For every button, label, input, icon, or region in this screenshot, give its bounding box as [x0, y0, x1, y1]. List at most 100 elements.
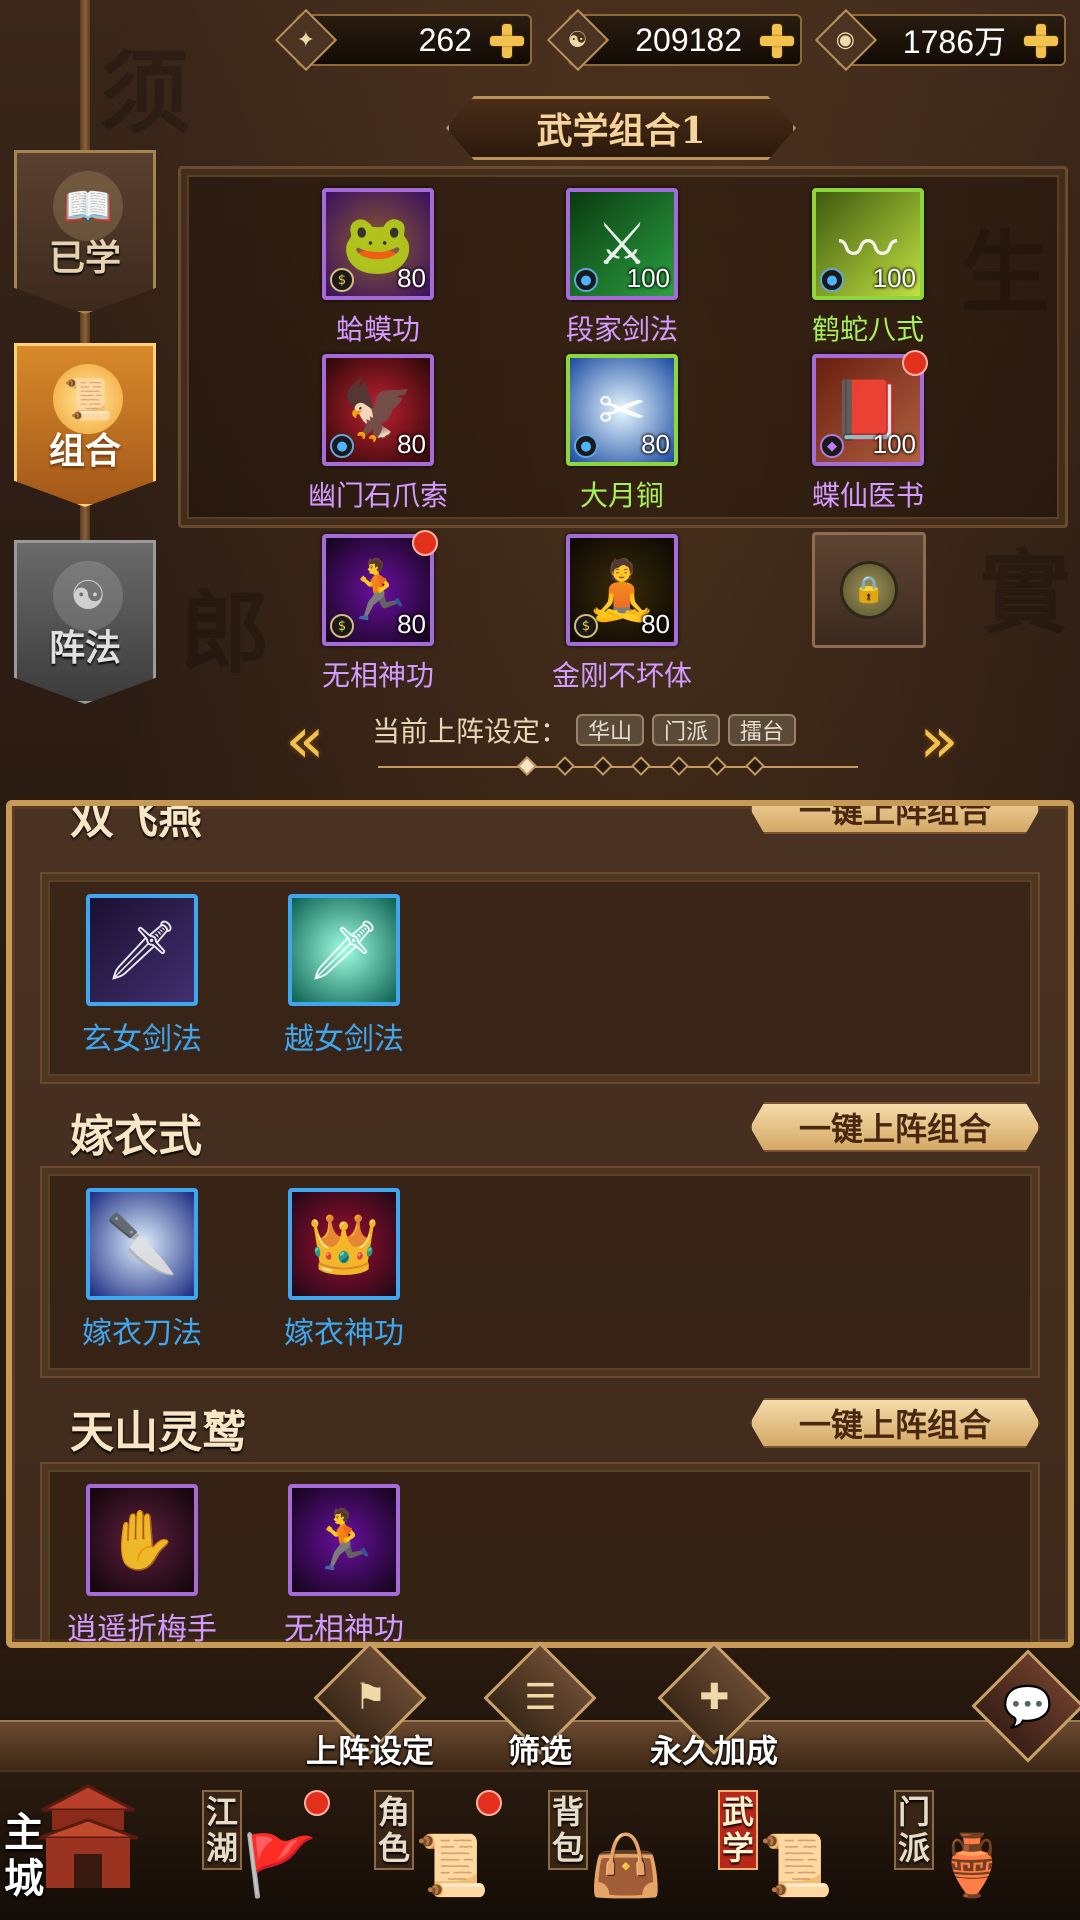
one-click-equip-button[interactable]: 一键上阵组合	[750, 1398, 1040, 1448]
combo-recommend-list[interactable]: 双飞燕 一键上阵组合 🗡 玄女剑法 🗡 越女剑法 嫁衣式 一键上阵组合 🔪 嫁衣…	[6, 800, 1074, 1648]
gold-coin-icon: $	[574, 614, 598, 638]
combo-slot[interactable]: 🐸 $ 80 蛤蟆功	[278, 188, 478, 348]
nav-label: 角色	[374, 1790, 414, 1870]
equip-button-label: 一键上阵组合	[798, 1406, 991, 1444]
combo-slot[interactable]: ✂ ● 80 大月锏	[522, 354, 722, 514]
skill-level: 80	[641, 429, 670, 459]
permanent-bonus-label: 永久加成	[649, 1732, 778, 1770]
combo-slot[interactable]: 〰 ● 100 鹤蛇八式	[768, 188, 968, 348]
filter-button[interactable]: ☰ 筛选	[470, 1641, 610, 1770]
skill-name: 段家剑法	[565, 313, 678, 346]
skill-icon-plum-hand: ✋	[86, 1484, 198, 1596]
tab-learned[interactable]: 📖 已学	[14, 150, 156, 314]
skill-level: 80	[641, 609, 670, 639]
combo-slot[interactable]: 📕 ◆ 100 蝶仙医书	[768, 350, 968, 514]
pager-dot[interactable]	[631, 756, 651, 776]
pager-dot[interactable]	[707, 756, 727, 776]
formation-setting: 当前上阵设定： 华山 门派 擂台	[372, 708, 797, 752]
pager-dot-active[interactable]	[517, 756, 537, 776]
tab-learned-label: 已学	[48, 238, 121, 279]
combo-slot[interactable]: 🏃 $ 80 无相神功	[278, 530, 478, 694]
formation-tag: 门派	[652, 714, 721, 746]
prev-combo-arrow-icon[interactable]: «	[274, 704, 336, 778]
group-skill-box: 🗡 玄女剑法 🗡 越女剑法	[40, 872, 1040, 1084]
nav-item-jianghu[interactable]: 🚩 江湖	[192, 1790, 342, 1920]
nav-item-character[interactable]: 📜 角色	[364, 1790, 514, 1920]
permanent-bonus-button[interactable]: ✚ 永久加成	[644, 1641, 784, 1770]
tab-formation-label: 阵法	[48, 628, 121, 669]
tab-combo[interactable]: 📜 组合	[14, 343, 156, 507]
combo-slot[interactable]: 🧘 $ 80 金刚不坏体	[522, 534, 722, 694]
tab-combo-label: 组合	[48, 431, 121, 472]
combo-pager	[378, 756, 858, 777]
pager-dot[interactable]	[555, 756, 575, 776]
combo-title: 武学组合1	[536, 110, 706, 152]
add-taiji-button[interactable]	[758, 22, 796, 60]
skill-name: 蛤蟆功	[335, 313, 420, 346]
nav-label-main-city[interactable]: 主城	[4, 1810, 54, 1902]
resource-jade-value: 262	[418, 21, 472, 58]
group-skill-box: 🔪 嫁衣刀法 👑 嫁衣神功	[40, 1166, 1040, 1378]
nav-item-martial-arts[interactable]: 📜 武学	[708, 1790, 858, 1920]
group-skill[interactable]: 🏃 无相神功	[254, 1484, 434, 1642]
group-header: 双飞燕 一键上阵组合	[12, 800, 1068, 844]
next-combo-arrow-icon[interactable]: »	[908, 704, 970, 778]
skill-level: 80	[397, 429, 426, 459]
notification-dot	[304, 1790, 330, 1816]
skill-icon-blade: 🔪	[86, 1188, 198, 1300]
nav-label: 背包	[548, 1790, 588, 1870]
skill-level: 80	[397, 609, 426, 639]
pager-dot[interactable]	[745, 756, 765, 776]
skill-name: 蝶仙医书	[811, 479, 924, 512]
formation-label: 当前上阵设定：	[372, 715, 569, 748]
tab-formation[interactable]: ☯ 阵法	[14, 540, 156, 704]
nav-label: 门派	[894, 1790, 934, 1870]
group-skill[interactable]: 🔪 嫁衣刀法	[52, 1188, 232, 1352]
notification-dot	[902, 350, 928, 376]
pager-dot[interactable]	[669, 756, 689, 776]
filter-label: 筛选	[507, 1732, 572, 1770]
one-click-equip-button[interactable]: 一键上阵组合	[750, 1102, 1040, 1152]
skill-name: 大月锏	[579, 479, 664, 512]
skill-level: 80	[397, 263, 426, 293]
equip-button-label: 一键上阵组合	[798, 800, 991, 830]
skill-icon-claw: 🦅 ● 80	[322, 354, 434, 466]
background-calligraphy: 须	[100, 40, 190, 146]
add-jade-button[interactable]	[488, 22, 526, 60]
skill-name: 逍遥折梅手	[67, 1612, 217, 1647]
notification-dot	[412, 530, 438, 556]
resource-taiji-value: 209182	[635, 21, 742, 58]
group-skill[interactable]: 🗡 玄女剑法	[52, 894, 232, 1058]
pager-line	[378, 766, 858, 768]
skill-level: 100	[872, 429, 916, 459]
nav-item-bag[interactable]: 👜 背包	[538, 1790, 688, 1920]
add-copper-button[interactable]	[1022, 22, 1060, 60]
formation-setting-button[interactable]: ⚑ 上阵设定	[300, 1641, 440, 1770]
group-skill[interactable]: 👑 嫁衣神功	[254, 1188, 434, 1352]
nav-item-sect[interactable]: 🏺 门派	[884, 1790, 1034, 1920]
combo-slot[interactable]: ⚔ ● 100 段家剑法	[522, 188, 722, 348]
skill-name: 嫁衣神功	[284, 1316, 404, 1351]
combo-slot[interactable]: 🦅 ● 80 幽门石爪索	[278, 354, 478, 514]
locked-slot[interactable]: 🔒	[812, 532, 926, 648]
skill-icon-formless: 🏃	[288, 1484, 400, 1596]
nav-label: 江湖	[202, 1790, 242, 1870]
group-skill[interactable]: 🗡 越女剑法	[254, 894, 434, 1058]
group-skill[interactable]: ✋ 逍遥折梅手	[52, 1484, 232, 1647]
gold-coin-icon: $	[330, 268, 354, 292]
group-skill-box: ✋ 逍遥折梅手 🏃 无相神功	[40, 1462, 1040, 1647]
manual-icon: 📜	[758, 1830, 834, 1901]
cauldron-icon: 🏺	[934, 1830, 1010, 1901]
nav-label: 武学	[718, 1790, 758, 1870]
skill-level: 100	[872, 263, 916, 293]
resource-jade: ✦ 262	[274, 8, 532, 72]
skill-icon-toad: 🐸 $ 80	[322, 188, 434, 300]
skill-icon-vajra-body: 🧘 $ 80	[566, 534, 678, 646]
pager-dot[interactable]	[593, 756, 613, 776]
background-calligraphy: 郎	[180, 580, 270, 686]
one-click-equip-button[interactable]: 一键上阵组合	[750, 800, 1040, 834]
group-title: 双飞燕	[70, 800, 202, 844]
formation-setting-label: 上阵设定	[305, 1732, 434, 1770]
skill-name: 无相神功	[321, 659, 434, 692]
skill-icon-sword: ⚔ ● 100	[566, 188, 678, 300]
